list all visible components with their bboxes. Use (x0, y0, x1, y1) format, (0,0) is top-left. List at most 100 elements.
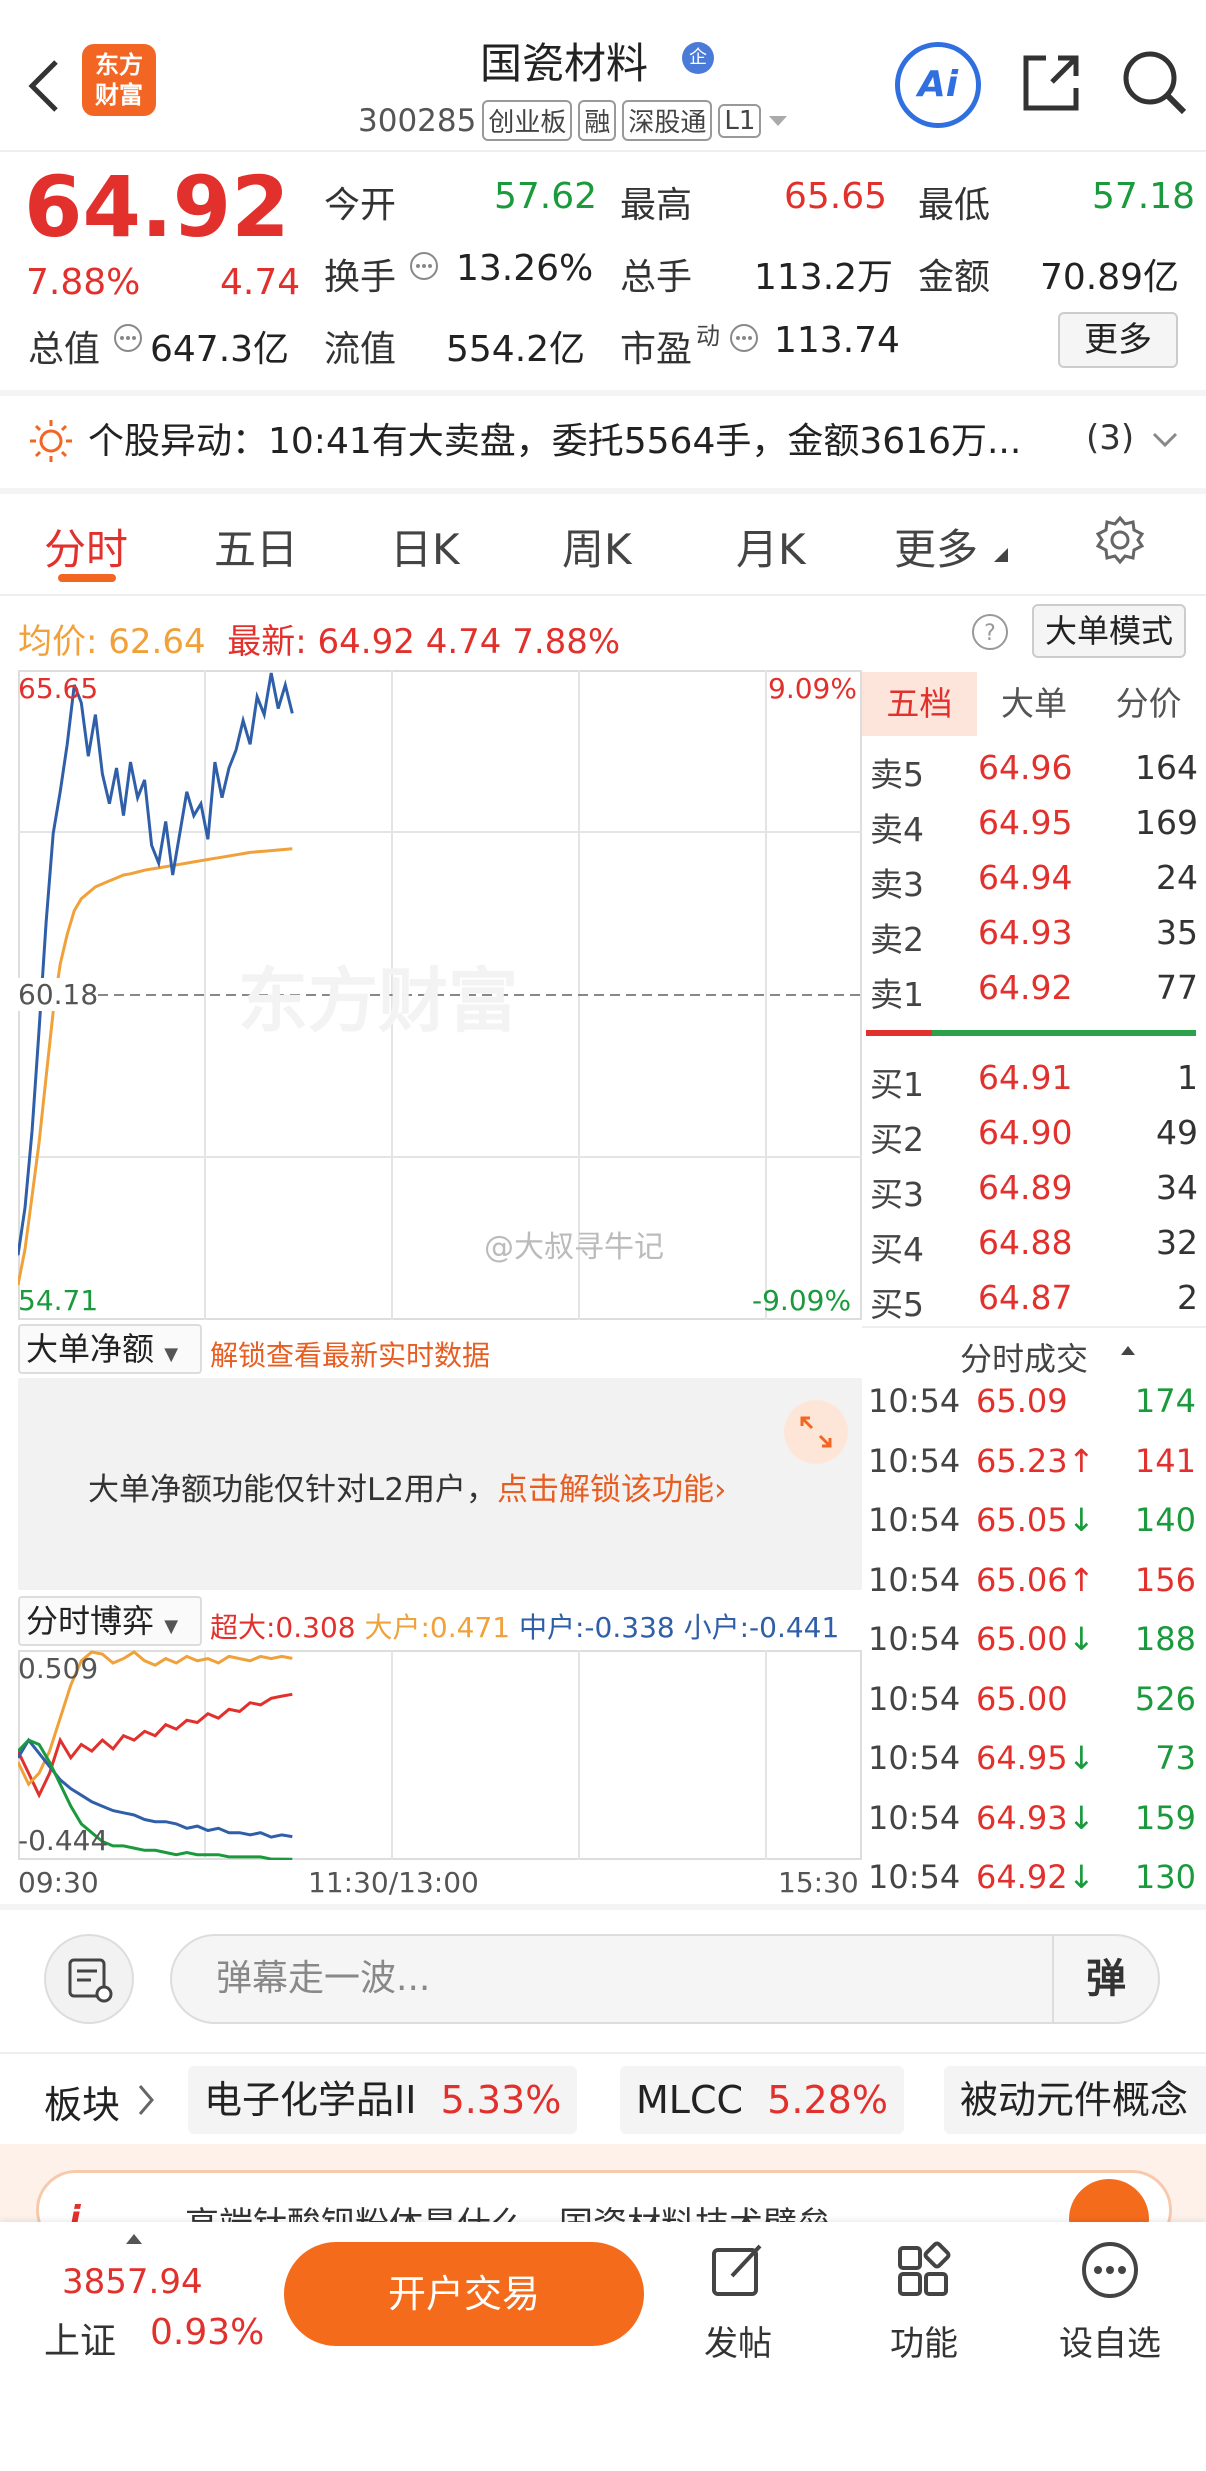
tab-intraday[interactable]: 分时 (44, 516, 128, 577)
unlock-link[interactable]: 解锁查看最新实时数据 (210, 1334, 490, 1374)
trades-title[interactable]: 分时成交 (960, 1334, 1088, 1380)
unlock-feature-link[interactable]: 点击解锁该功能 (497, 1472, 714, 1508)
tab-big-orders[interactable]: 大单 (977, 672, 1092, 736)
ask-level-label: 卖1 (870, 975, 924, 1014)
danmu-input[interactable]: 弹幕走一波... (170, 1934, 1160, 2024)
note-button[interactable] (44, 1934, 134, 2024)
help-icon[interactable]: ? (970, 612, 1010, 652)
sector-pct: 5.28% (767, 2078, 888, 2122)
trade-volume: 188 (1134, 1620, 1196, 1658)
amount-value: 70.89亿 (1040, 257, 1180, 298)
caret-up-icon (126, 2234, 142, 2244)
sector-chip-3[interactable]: 被动元件概念 (944, 2066, 1206, 2134)
trade-row: 10:54 64.95 ↓ 73 (868, 1739, 1198, 1789)
sectors-label[interactable]: 板块 (44, 2074, 120, 2129)
ask-row[interactable]: 卖5 64.96 164 (870, 748, 1200, 796)
legend-large: 大户:0.471 (364, 1611, 511, 1644)
tab-daily-k[interactable]: 日K (390, 516, 460, 577)
more-quote-button[interactable]: 更多 (1058, 312, 1178, 368)
ask-row[interactable]: 卖1 64.92 77 (870, 968, 1200, 1016)
chevron-right-icon: › (714, 1472, 727, 1508)
search-icon[interactable] (1120, 48, 1190, 118)
index-value[interactable]: 3857.94 (62, 2262, 203, 2302)
trade-price: 65.23 (976, 1441, 1068, 1480)
info-dots-icon[interactable] (728, 322, 760, 354)
caret-down-icon: ▼ (164, 1344, 179, 1365)
intraday-chart[interactable]: 东方财富 (18, 670, 862, 1320)
open-value: 57.62 (494, 176, 598, 217)
expand-icon (800, 1416, 832, 1448)
grid-apps-icon[interactable] (894, 2240, 954, 2300)
tag-board: 创业板 (482, 100, 573, 141)
bid-volume: 49 (1156, 1113, 1198, 1152)
trade-arrow: ↑ (1068, 1560, 1095, 1599)
info-dots-icon[interactable] (112, 322, 144, 354)
tab-five-day[interactable]: 五日 (214, 516, 298, 577)
ask-row[interactable]: 卖3 64.94 24 (870, 858, 1200, 906)
axis-bottom-price: 54.71 (18, 1284, 99, 1317)
divider (0, 2052, 1206, 2054)
game-select[interactable]: 分时博弈 ▼ (18, 1596, 202, 1646)
float-label: 流值 (324, 329, 397, 370)
trade-time: 10:54 (868, 1441, 961, 1480)
latest-change-pct: 7.88% (512, 622, 621, 662)
sector-chip-2[interactable]: MLCC 5.28% (620, 2066, 904, 2134)
share-icon[interactable] (1018, 50, 1084, 116)
nav-post[interactable]: 发帖 (678, 2316, 798, 2365)
app-logo[interactable]: 东方 财富 (82, 44, 156, 116)
ask-price: 64.93 (978, 913, 1073, 952)
trade-row: 10:54 65.06 ↑ 156 (868, 1561, 1198, 1611)
info-dots-icon[interactable] (408, 250, 440, 282)
change-amount: 4.74 (220, 262, 301, 303)
game-line-中户 (18, 1737, 293, 1839)
index-name[interactable]: 上证 (44, 2312, 116, 2364)
bid-row[interactable]: 买2 64.90 49 (870, 1113, 1200, 1161)
tag-level: L1 (718, 103, 762, 138)
bid-row[interactable]: 买3 64.89 34 (870, 1168, 1200, 1216)
legend-small: 小户:-0.441 (683, 1611, 840, 1644)
chevron-down-icon[interactable] (1150, 428, 1180, 452)
stock-alert-text[interactable]: 个股异动：10:41有大卖盘，委托5564手，金额3616万... (88, 412, 1021, 464)
tab-five-levels[interactable]: 五档 (862, 672, 977, 736)
turnover-value: 13.26% (456, 248, 594, 289)
bid-row[interactable]: 买1 64.91 1 (870, 1058, 1200, 1106)
last-price: 64.92 (24, 158, 290, 256)
expand-button[interactable] (784, 1400, 848, 1464)
ai-button[interactable]: Ai (895, 42, 981, 128)
stock-code-line[interactable]: 300285 创业板 融 深股通 L1 (358, 100, 789, 141)
gear-icon[interactable] (1094, 514, 1146, 566)
bid-row[interactable]: 买5 64.87 2 (870, 1278, 1200, 1326)
bid-level-label: 买2 (870, 1120, 924, 1159)
orderbook-tabs: 五档 大单 分价 (862, 672, 1206, 736)
edit-post-icon[interactable] (708, 2240, 768, 2300)
ask-row[interactable]: 卖4 64.95 169 (870, 803, 1200, 851)
legend-super: 超大:0.308 (210, 1611, 356, 1644)
back-arrow-icon[interactable] (24, 56, 64, 116)
nav-add-watchlist[interactable]: 设自选 (1050, 2316, 1170, 2365)
game-chart[interactable] (18, 1650, 862, 1860)
nav-functions[interactable]: 功能 (864, 2316, 984, 2365)
sector-chip-1[interactable]: 电子化学品II 5.33% (188, 2066, 578, 2134)
big-order-mode-button[interactable]: 大单模式 (1032, 604, 1186, 658)
open-label: 今开 (324, 185, 397, 226)
active-tab-indicator (58, 574, 116, 582)
trade-volume: 526 (1134, 1679, 1196, 1718)
sector-name: 被动元件概念 (960, 2078, 1189, 2122)
bid-row[interactable]: 买4 64.88 32 (870, 1223, 1200, 1271)
more-options-icon[interactable] (1080, 2240, 1140, 2300)
tab-price-distribution[interactable]: 分价 (1091, 672, 1206, 736)
ask-row[interactable]: 卖2 64.93 35 (870, 913, 1200, 961)
tab-monthly-k[interactable]: 月K (736, 516, 806, 577)
open-account-trade-button[interactable]: 开户交易 (284, 2242, 644, 2346)
float-value: 554.2亿 (446, 329, 586, 370)
tab-weekly-k[interactable]: 周K (562, 516, 632, 577)
bid-level-label: 买4 (870, 1230, 924, 1269)
index-pct: 0.93% (150, 2312, 265, 2353)
weibo-watermark: @大叔寻牛记 (484, 1230, 664, 1265)
low-label: 最低 (918, 185, 991, 226)
tab-more[interactable]: 更多 (894, 516, 978, 577)
trade-arrow: ↓ (1068, 1620, 1095, 1658)
danmu-toggle-button[interactable]: 弹 (1052, 1936, 1158, 2022)
bigorder-select[interactable]: 大单净额 ▼ (18, 1324, 202, 1374)
ask-volume: 35 (1156, 913, 1198, 952)
